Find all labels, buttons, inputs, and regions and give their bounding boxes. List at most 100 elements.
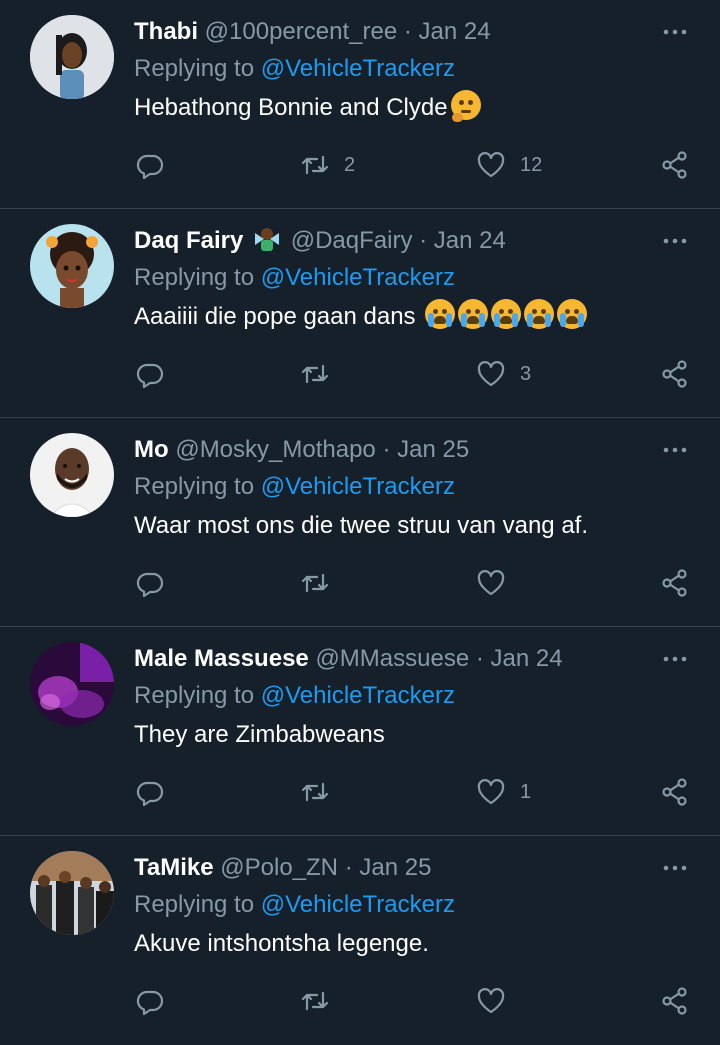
tweet-card[interactable]: Mo @Mosky_Mothapo · Jan 25 Replying to @… [0, 418, 720, 627]
mention-link[interactable]: @VehicleTrackerz [261, 264, 455, 291]
tweet-card[interactable]: Male Massuese @MMassuese · Jan 24 Replyi… [0, 627, 720, 836]
retweet-button[interactable] [300, 357, 344, 391]
reply-button[interactable] [135, 357, 165, 391]
avatar[interactable] [30, 642, 114, 726]
tweet-text: They are Zimbabweans [134, 721, 385, 748]
tweet-date[interactable]: Jan 25 [397, 436, 469, 463]
display-name[interactable]: Male Massuese [134, 645, 309, 672]
separator-dot: · [419, 227, 428, 254]
retweet-icon [301, 155, 329, 175]
heart-icon [477, 361, 505, 387]
reply-icon [136, 154, 164, 180]
share-icon [662, 151, 687, 179]
tweet-date[interactable]: Jan 25 [359, 854, 431, 881]
user-handle[interactable]: @Mosky_Mothapo [175, 436, 375, 463]
display-name[interactable]: Thabi [134, 18, 198, 45]
tweet-text: Aaaiiii die pope gaan dans [134, 303, 416, 330]
like-button[interactable] [476, 566, 520, 600]
share-icon [662, 360, 687, 388]
thinking-face-emoji [450, 90, 481, 122]
share-icon [662, 569, 687, 597]
avatar[interactable] [30, 15, 114, 99]
avatar[interactable] [30, 224, 114, 308]
like-count: 1 [520, 780, 532, 803]
heart-icon [477, 988, 505, 1014]
separator-dot: · [382, 436, 391, 463]
tweet-card[interactable]: TaMike @Polo_ZN · Jan 25 Replying to @Ve… [0, 836, 720, 1045]
more-options-icon[interactable] [660, 231, 690, 251]
share-button[interactable] [660, 148, 690, 182]
replying-to-label: Replying to [134, 891, 255, 918]
tweet-text: Akuve intshontsha legenge. [134, 930, 429, 957]
reply-button[interactable] [135, 148, 165, 182]
user-handle[interactable]: @DaqFairy [291, 227, 413, 254]
replying-to-label: Replying to [134, 55, 255, 82]
retweet-button[interactable] [300, 775, 344, 809]
reply-button[interactable] [135, 984, 165, 1018]
heart-icon [477, 152, 505, 178]
share-button[interactable] [660, 984, 690, 1018]
share-button[interactable] [660, 566, 690, 600]
heart-icon [477, 570, 505, 596]
crying-face-emoji [491, 299, 522, 329]
like-count: 3 [520, 362, 532, 385]
more-options-icon[interactable] [660, 440, 690, 460]
crying-face-emoji [524, 299, 555, 329]
tweet-text: Waar most ons die twee struu van vang af… [134, 512, 588, 539]
user-handle[interactable]: @MMassuese [315, 645, 469, 672]
share-icon [662, 778, 687, 806]
display-name[interactable]: Mo [134, 436, 169, 463]
display-name[interactable]: Daq Fairy [134, 227, 243, 254]
tweet-card[interactable]: Thabi @100percent_ree · Jan 24 Replying … [0, 0, 720, 209]
like-button[interactable]: 12 [476, 148, 542, 182]
replying-to-label: Replying to [134, 682, 255, 709]
share-button[interactable] [660, 357, 690, 391]
tweet-text: Hebathong Bonnie and Clyde [134, 94, 448, 121]
tweet-card[interactable]: Daq Fairy @DaqFairy · Jan 24 Replying to… [0, 209, 720, 418]
more-options-icon[interactable] [660, 22, 690, 42]
more-options-icon[interactable] [660, 649, 690, 669]
reply-icon [136, 572, 164, 598]
retweet-icon [301, 991, 329, 1011]
avatar[interactable] [30, 851, 114, 935]
reply-button[interactable] [135, 566, 165, 600]
retweet-icon [301, 364, 329, 384]
like-button[interactable]: 1 [476, 775, 531, 809]
display-name[interactable]: TaMike [134, 854, 214, 881]
like-button[interactable] [476, 984, 520, 1018]
retweet-button[interactable]: 2 [300, 148, 355, 182]
reply-icon [136, 990, 164, 1016]
crying-face-emoji [458, 299, 489, 329]
avatar[interactable] [30, 433, 114, 517]
retweet-icon [301, 573, 329, 593]
more-options-icon[interactable] [660, 858, 690, 878]
mention-link[interactable]: @VehicleTrackerz [261, 55, 455, 82]
tweet-date[interactable]: Jan 24 [434, 227, 506, 254]
mention-link[interactable]: @VehicleTrackerz [261, 473, 455, 500]
mention-link[interactable]: @VehicleTrackerz [261, 682, 455, 709]
user-handle[interactable]: @100percent_ree [205, 18, 398, 45]
retweet-button[interactable] [300, 984, 344, 1018]
share-icon [662, 987, 687, 1015]
user-handle[interactable]: @Polo_ZN [220, 854, 338, 881]
fairy-emoji-icon [255, 228, 280, 251]
replying-to-label: Replying to [134, 264, 255, 291]
reply-button[interactable] [135, 775, 165, 809]
crying-face-emoji [425, 299, 456, 329]
crying-face-emoji [557, 299, 588, 329]
reply-icon [136, 781, 164, 807]
tweet-date[interactable]: Jan 24 [419, 18, 491, 45]
tweet-date[interactable]: Jan 24 [491, 645, 563, 672]
replying-to-label: Replying to [134, 473, 255, 500]
like-count: 12 [520, 153, 543, 176]
separator-dot: · [344, 854, 353, 881]
separator-dot: · [475, 645, 484, 672]
retweet-count: 2 [344, 153, 356, 176]
reply-icon [136, 363, 164, 389]
separator-dot: · [403, 18, 412, 45]
retweet-icon [301, 782, 329, 802]
retweet-button[interactable] [300, 566, 344, 600]
like-button[interactable]: 3 [476, 357, 531, 391]
mention-link[interactable]: @VehicleTrackerz [261, 891, 455, 918]
share-button[interactable] [660, 775, 690, 809]
